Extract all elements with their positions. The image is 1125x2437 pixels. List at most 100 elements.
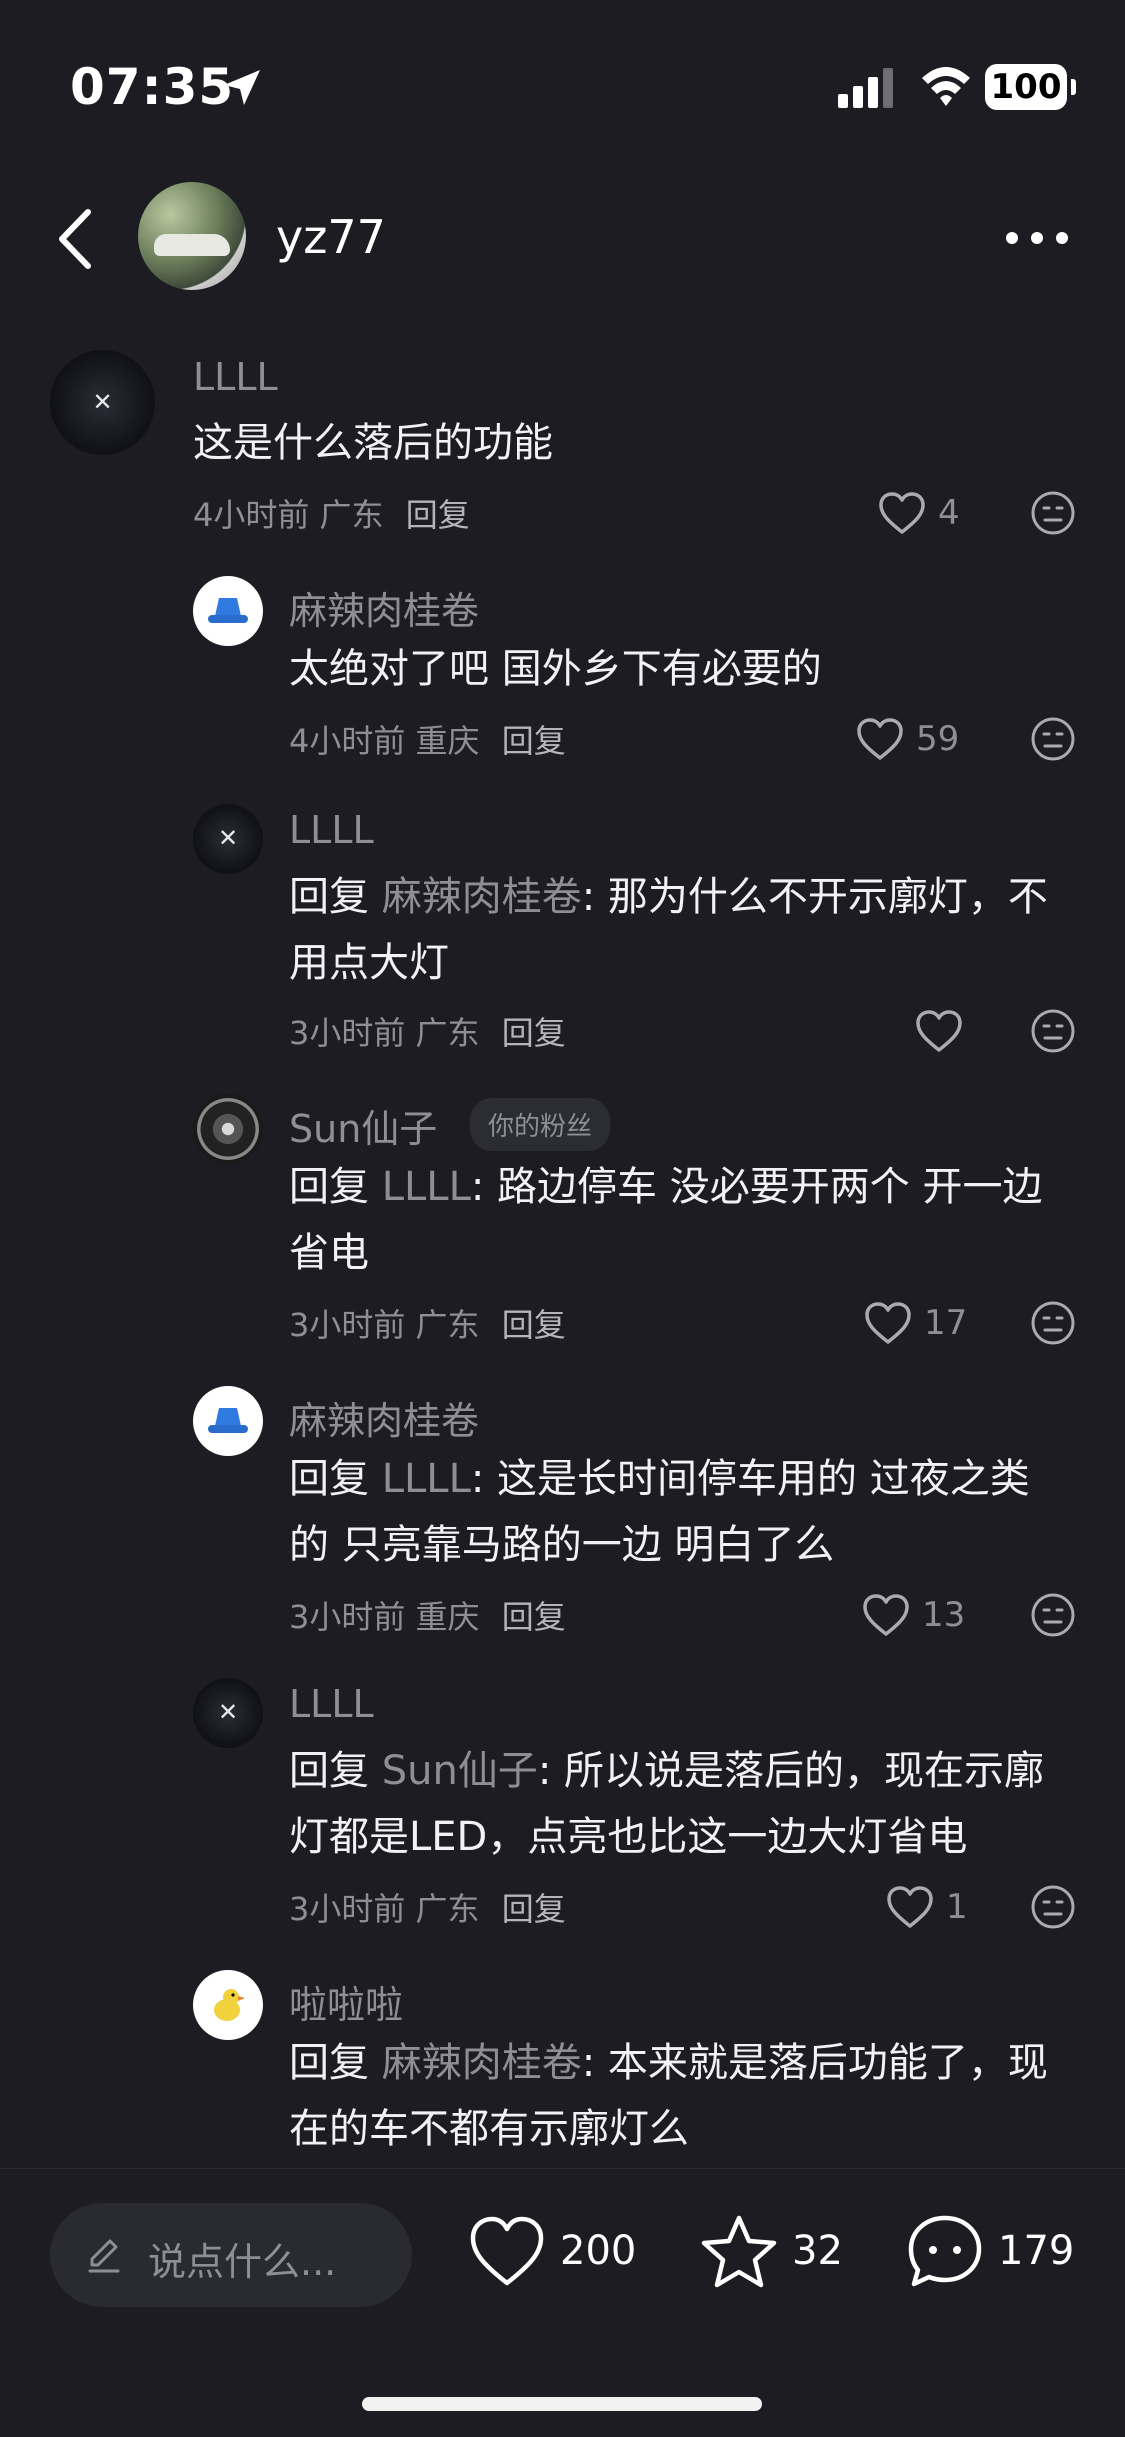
reaction-emoji-icon[interactable] — [1030, 1008, 1076, 1054]
comment-location: 重庆 — [415, 722, 480, 760]
comment-input[interactable]: 说点什么... — [50, 2203, 412, 2307]
comment-meta: 3小时前 重庆 回复 — [289, 1592, 566, 1638]
reaction-emoji-icon[interactable] — [1030, 1884, 1076, 1930]
reply-prefix: 回复 — [289, 1164, 382, 1210]
heart-icon — [470, 2216, 544, 2286]
commenter-name[interactable]: LLLL — [193, 355, 278, 399]
like-button[interactable] — [915, 1006, 963, 1056]
comment-location: 广东 — [415, 1890, 480, 1928]
reaction-emoji-icon[interactable] — [1030, 490, 1076, 536]
reply-button[interactable]: 回复 — [502, 1890, 566, 1928]
duck-icon — [214, 1989, 245, 2021]
reply-prefix: 回复 — [289, 1456, 382, 1502]
comment-meta: 3小时前 广东 回复 — [289, 1008, 566, 1054]
comment-time: 3小时前 — [289, 1014, 406, 1052]
author-username[interactable]: yz77 — [276, 210, 386, 264]
like-post-button[interactable]: 200 — [468, 2211, 636, 2291]
comment-count: 179 — [998, 2228, 1075, 2274]
comment-location: 广东 — [415, 1306, 480, 1344]
heart-icon — [879, 492, 925, 534]
commenter-avatar[interactable] — [193, 804, 263, 874]
reaction-emoji-icon[interactable] — [1030, 716, 1076, 762]
like-count: 17 — [924, 1303, 968, 1343]
comment-text-line2: 的 只亮靠马路的一边 明白了么 — [289, 1522, 835, 1568]
comment-time: 4小时前 — [289, 722, 406, 760]
reaction-emoji-icon[interactable] — [1030, 1592, 1076, 1638]
comment-text: 回复 LLLL: 路边停车 没必要开两个 开一边 省电 — [289, 1154, 1042, 1286]
comment-text: 回复 LLLL: 这是长时间停车用的 过夜之类 的 只亮靠马路的一边 明白了么 — [289, 1446, 1030, 1578]
commenter-name[interactable]: 麻辣肉桂卷 — [289, 580, 479, 635]
bucket-hat-icon — [208, 1408, 248, 1433]
bucket-hat-icon — [208, 598, 248, 623]
commenter-name[interactable]: 麻辣肉桂卷 — [289, 1390, 479, 1445]
reply-button[interactable]: 回复 — [502, 1014, 566, 1052]
comment-text-line1: : 所以说是落后的，现在示廓 — [537, 1748, 1045, 1794]
home-indicator — [362, 2397, 762, 2411]
mention-link[interactable]: Sun仙子 — [382, 1748, 538, 1794]
comment-text-line1: : 这是长时间停车用的 过夜之类 — [470, 1456, 1030, 1502]
mention-link[interactable]: LLLL — [382, 1164, 471, 1210]
mention-link[interactable]: LLLL — [382, 1456, 471, 1502]
like-button[interactable]: 13 — [862, 1590, 965, 1640]
wifi-icon — [922, 67, 970, 106]
comment-text-line2: 在的车不都有示廓灯么 — [289, 2106, 689, 2152]
mention-link[interactable]: 麻辣肉桂卷 — [382, 2040, 582, 2086]
heart-icon — [857, 718, 903, 760]
reply-button[interactable]: 回复 — [502, 722, 566, 760]
heart-icon — [887, 1886, 933, 1928]
comment-location: 重庆 — [415, 1598, 480, 1636]
comment-text-line1: : 路边停车 没必要开两个 开一边 — [470, 1164, 1043, 1210]
like-button[interactable]: 1 — [886, 1882, 968, 1932]
back-chevron-icon[interactable] — [50, 204, 100, 274]
commenter-avatar[interactable] — [193, 1970, 263, 2040]
bottom-action-bar: 说点什么... 200 32 179 — [0, 2168, 1125, 2437]
chat-bubble-icon — [908, 2215, 982, 2287]
like-button[interactable]: 17 — [864, 1298, 967, 1348]
reply-button[interactable]: 回复 — [502, 1306, 566, 1344]
battery-indicator: 100 — [985, 64, 1076, 110]
status-time: 07:35 — [70, 58, 235, 116]
comment-meta: 4小时前 广东 回复 — [193, 490, 470, 536]
like-count: 4 — [938, 493, 960, 533]
commenter-avatar[interactable] — [193, 1094, 263, 1164]
heart-icon — [916, 1010, 962, 1052]
comment-text: 回复 Sun仙子: 所以说是落后的，现在示廓 灯都是LED，点亮也比这一边大灯省… — [289, 1738, 1044, 1870]
reaction-emoji-icon[interactable] — [1030, 1300, 1076, 1346]
reply-button[interactable]: 回复 — [406, 496, 470, 534]
like-button[interactable]: 4 — [878, 488, 960, 538]
comment-text: 回复 麻辣肉桂卷: 那为什么不开示廓灯，不 用点大灯 — [289, 864, 1048, 996]
comment-time: 4小时前 — [193, 496, 310, 534]
like-button[interactable]: 59 — [856, 714, 959, 764]
mention-link[interactable]: 麻辣肉桂卷 — [382, 874, 582, 920]
favorite-button[interactable]: 32 — [700, 2211, 843, 2291]
comment-text-line2: 省电 — [289, 1230, 369, 1276]
like-count: 1 — [946, 1887, 968, 1927]
comments-button[interactable]: 179 — [906, 2211, 1074, 2291]
location-arrow-icon — [224, 70, 260, 105]
reply-prefix: 回复 — [289, 874, 382, 920]
comment-meta: 3小时前 广东 回复 — [289, 1300, 566, 1346]
comment-location: 广东 — [319, 496, 384, 534]
heart-icon — [865, 1302, 911, 1344]
comment-text-line2: 用点大灯 — [289, 940, 449, 986]
more-options-icon[interactable] — [1004, 230, 1070, 246]
comment-meta: 4小时前 重庆 回复 — [289, 716, 566, 762]
reply-button[interactable]: 回复 — [502, 1598, 566, 1636]
commenter-avatar[interactable] — [193, 1678, 263, 1748]
comment-meta: 3小时前 广东 回复 — [289, 1884, 566, 1930]
commenter-name[interactable]: LLLL — [289, 808, 374, 852]
commenter-avatar[interactable] — [50, 350, 155, 455]
favorite-count: 32 — [792, 2228, 843, 2274]
cellular-signal-icon — [838, 68, 893, 108]
comment-text: 回复 麻辣肉桂卷: 本来就是落后功能了，现 在的车不都有示廓灯么 — [289, 2030, 1048, 2162]
commenter-name[interactable]: LLLL — [289, 1682, 374, 1726]
like-count: 13 — [922, 1595, 966, 1635]
commenter-avatar[interactable] — [193, 1386, 263, 1456]
like-count: 59 — [916, 719, 960, 759]
status-bar: 07:35 100 — [0, 0, 1125, 150]
commenter-avatar[interactable] — [193, 576, 263, 646]
comment-time: 3小时前 — [289, 1890, 406, 1928]
commenter-name[interactable]: 啦啦啦 — [289, 1974, 403, 2029]
commenter-name[interactable]: Sun仙子 — [289, 1098, 437, 1153]
author-avatar[interactable] — [138, 182, 246, 290]
